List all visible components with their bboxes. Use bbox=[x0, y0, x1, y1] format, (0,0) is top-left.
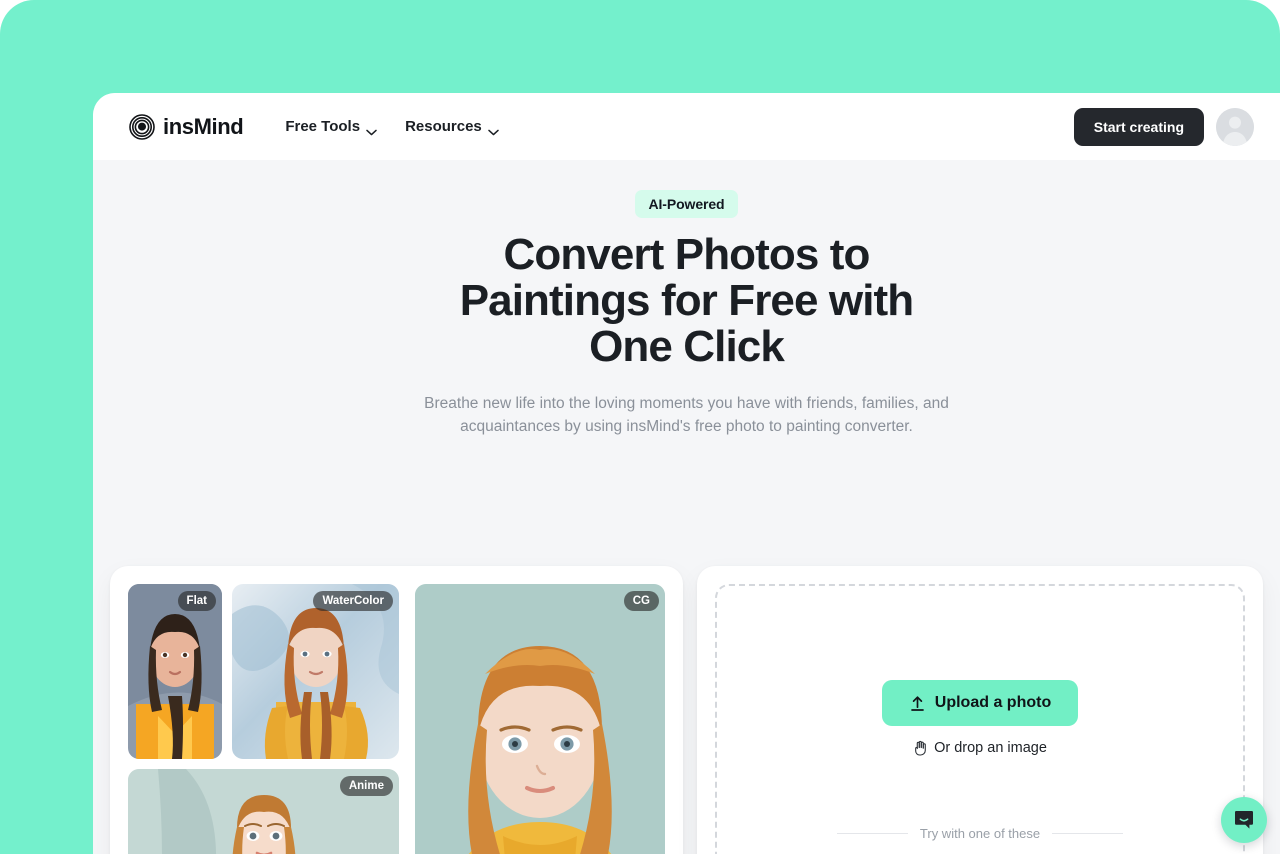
divider-line-right bbox=[1052, 833, 1123, 834]
content-panels: Flat WaterColor CG Anime Upload a photo … bbox=[93, 566, 1280, 854]
divider-line-left bbox=[837, 833, 908, 834]
hand-cursor-icon bbox=[913, 740, 928, 756]
chevron-down-icon bbox=[366, 123, 377, 136]
style-tile-anime[interactable]: Anime bbox=[128, 769, 399, 854]
primary-nav: Free Tools Resources bbox=[285, 118, 499, 136]
style-tile-watercolor[interactable]: WaterColor bbox=[232, 584, 399, 759]
style-tile-label: CG bbox=[623, 591, 659, 611]
style-tile-cg[interactable]: CG bbox=[415, 584, 665, 854]
upload-panel: Upload a photo Or drop an image Try with… bbox=[697, 566, 1263, 854]
nav-item-label: Resources bbox=[405, 118, 482, 135]
drop-hint-label: Or drop an image bbox=[934, 740, 1047, 756]
concentric-circles-logo-icon bbox=[129, 113, 155, 140]
chat-bubble-smile-icon bbox=[1232, 808, 1256, 832]
style-tile-label: Flat bbox=[177, 591, 216, 611]
hero-subtitle: Breathe new life into the loving moments… bbox=[424, 395, 949, 435]
upload-arrow-icon bbox=[909, 695, 926, 712]
user-avatar-icon[interactable] bbox=[1216, 107, 1254, 146]
try-samples-label: Try with one of these bbox=[919, 826, 1041, 841]
site-header: insMind Free Tools Resources Start creat… bbox=[93, 93, 1280, 160]
hero-section: AI-Powered Convert Photos to Paintings f… bbox=[93, 160, 1280, 438]
app-window: insMind Free Tools Resources Start creat… bbox=[93, 93, 1280, 854]
drop-image-hint: Or drop an image bbox=[913, 740, 1047, 756]
start-creating-button[interactable]: Start creating bbox=[1073, 107, 1204, 146]
chevron-down-icon bbox=[488, 123, 499, 136]
try-samples-divider: Try with one of these bbox=[837, 826, 1123, 841]
style-tile-label: WaterColor bbox=[313, 591, 393, 611]
style-gallery-panel: Flat WaterColor CG Anime bbox=[110, 566, 683, 854]
nav-item-label: Free Tools bbox=[285, 118, 361, 135]
nav-item-free-tools[interactable]: Free Tools bbox=[285, 118, 377, 136]
upload-button-label: Upload a photo bbox=[934, 694, 1052, 711]
style-gallery: Flat WaterColor CG Anime bbox=[128, 584, 666, 854]
brand-name: insMind bbox=[163, 113, 244, 139]
style-tile-flat[interactable]: Flat bbox=[128, 584, 222, 759]
ai-powered-badge: AI-Powered bbox=[635, 190, 738, 218]
header-actions: Start creating bbox=[1073, 107, 1254, 146]
brand-logo[interactable]: insMind bbox=[129, 113, 244, 140]
image-dropzone[interactable]: Upload a photo Or drop an image Try with… bbox=[715, 584, 1245, 854]
upload-a-photo-button[interactable]: Upload a photo bbox=[882, 680, 1078, 726]
nav-item-resources[interactable]: Resources bbox=[405, 118, 499, 136]
page-title: Convert Photos to Paintings for Free wit… bbox=[459, 230, 914, 371]
chat-launcher-button[interactable] bbox=[1221, 797, 1267, 843]
style-tile-label: Anime bbox=[339, 776, 393, 796]
